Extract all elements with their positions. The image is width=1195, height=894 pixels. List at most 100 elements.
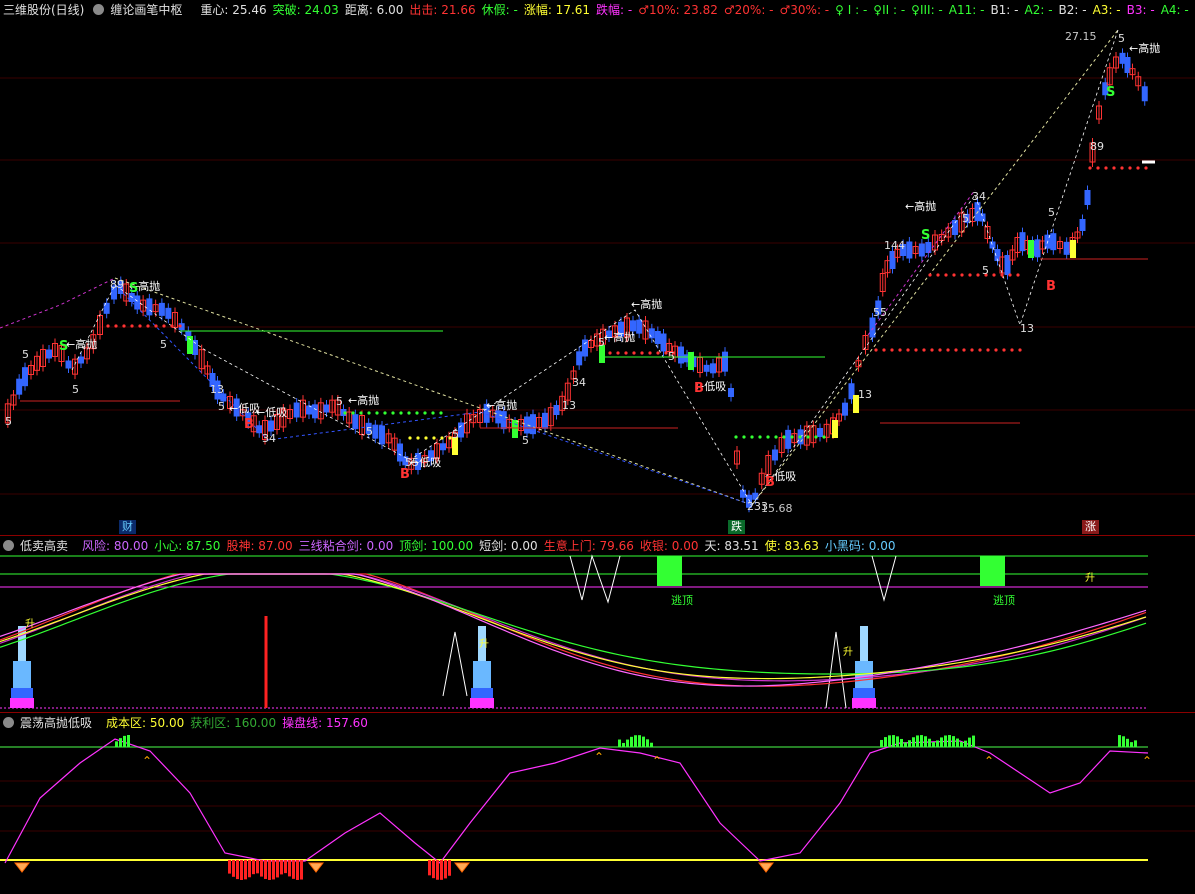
candle-body [542, 412, 548, 429]
histogram-bar [272, 860, 275, 880]
level-dot [798, 435, 802, 439]
count-label: 34 [262, 432, 276, 445]
histogram-bar [260, 860, 263, 877]
level-dot [774, 435, 778, 439]
volume-stack [10, 698, 34, 708]
rise-label: 升 [25, 619, 35, 630]
level-dot [790, 435, 794, 439]
sell-letter: S [129, 281, 139, 296]
level-dot [970, 348, 974, 352]
histogram-bar [932, 742, 935, 747]
histogram-bar [960, 741, 963, 747]
level-dot [138, 324, 142, 328]
histogram-bar [880, 739, 883, 747]
level-dot [1016, 273, 1020, 277]
sell-letter: S [921, 228, 931, 243]
indicator-line [0, 573, 1147, 675]
count-label: 5 [22, 348, 29, 361]
trading-line [4, 738, 1149, 864]
level-dot [424, 436, 428, 440]
level-dot [758, 435, 762, 439]
level-dot [936, 273, 940, 277]
histogram-bar [240, 860, 243, 880]
pane3-chart[interactable]: ⌃ ⌃ ⌃ ⌃ ⌃ [0, 713, 1195, 894]
level-dot [1112, 166, 1116, 170]
sell-letter: S [59, 339, 69, 354]
level-dot [1120, 166, 1124, 170]
histogram-bar [248, 860, 251, 878]
histogram-bar [630, 736, 633, 747]
histogram-bar [964, 740, 967, 747]
escape-top-label: 逃顶 [993, 594, 1015, 607]
escape-top-block [980, 556, 1005, 586]
candle-body [78, 356, 84, 364]
level-dot [890, 348, 894, 352]
histogram-bar [924, 736, 927, 747]
histogram-bar [252, 860, 255, 875]
level-dot [416, 436, 420, 440]
level-dot [1096, 166, 1100, 170]
level-dot [343, 411, 347, 415]
candle-body [158, 302, 165, 316]
level-dot [954, 348, 958, 352]
price-chart[interactable]: 5558951353455555 513345523313551445345135… [0, 0, 1195, 535]
count-label: 34 [972, 190, 986, 203]
sell-arrow-icon: ⌃ [984, 754, 994, 768]
candle-body [889, 251, 896, 269]
level-dot [616, 351, 620, 355]
candle-body [1063, 241, 1070, 255]
level-dot [1088, 166, 1092, 170]
level-dot [898, 348, 902, 352]
level-dot [938, 348, 942, 352]
rise-label: 升 [479, 639, 489, 650]
sell-arrow-icon: ⌃ [142, 754, 152, 768]
level-dot [882, 348, 886, 352]
level-dot [978, 348, 982, 352]
candle-body [458, 422, 464, 438]
candle-body [22, 367, 28, 387]
level-dot [106, 324, 110, 328]
histogram-bar [892, 735, 895, 747]
histogram-bar [1130, 742, 1133, 747]
level-dot [114, 324, 118, 328]
histogram-bar [622, 742, 625, 747]
level-dot [431, 411, 435, 415]
level-dot [1128, 166, 1132, 170]
candle-body [989, 241, 996, 249]
buy-letter: B [694, 381, 704, 396]
histogram-bar [232, 860, 235, 877]
signal-sell: ←高抛 [604, 331, 636, 344]
tag-zhang: 涨 [1082, 520, 1099, 534]
level-dot [170, 324, 174, 328]
highlight-candle [688, 352, 694, 370]
candle-body [728, 388, 734, 397]
histogram-bar [428, 860, 431, 876]
histogram-bar [276, 860, 279, 878]
candle-body [397, 443, 403, 462]
histogram-bar [952, 736, 955, 747]
candle-body [146, 298, 153, 316]
high-price-label: 27.15 [1065, 30, 1097, 43]
histogram-bar [956, 738, 959, 747]
count-label: 5 [5, 415, 12, 428]
level-dot [656, 351, 660, 355]
level-dot [1104, 166, 1108, 170]
level-dot [976, 273, 980, 277]
tag-cai: 财 [119, 520, 136, 534]
count-label: 34 [572, 376, 586, 389]
candle-body [1119, 52, 1126, 64]
histogram-bar [115, 741, 118, 747]
level-dot [130, 324, 134, 328]
candle-body [293, 402, 300, 418]
pane2-chart[interactable] [0, 536, 1195, 712]
count-label: 5 [522, 434, 529, 447]
histogram-bar [916, 735, 919, 747]
candle-body [582, 339, 588, 357]
candle-body [1084, 190, 1091, 205]
buy-diamond-icon [13, 862, 31, 873]
level-dot [992, 273, 996, 277]
candle-body [306, 405, 312, 415]
count-label: 5 [1048, 206, 1055, 219]
histogram-bar [123, 735, 126, 747]
histogram-bar [244, 860, 247, 880]
